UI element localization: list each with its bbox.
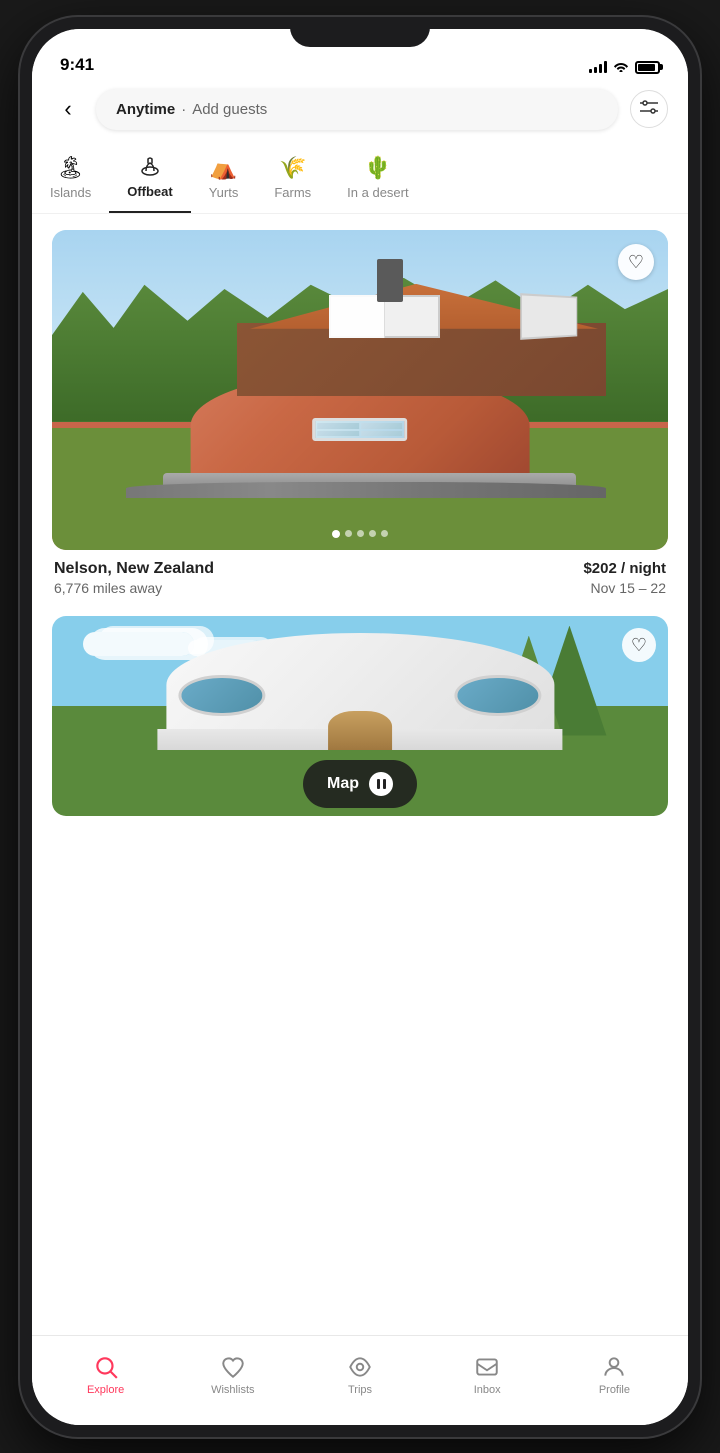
phone-screen: 9:41 ‹ Anytime ·	[32, 29, 688, 1425]
nav-item-explore[interactable]: Explore	[42, 1344, 169, 1396]
signal-bars-icon	[589, 61, 607, 73]
listing-card-2[interactable]: ♡ Map	[52, 616, 668, 816]
tab-yurts-label: Yurts	[209, 185, 239, 200]
map-button[interactable]: Map	[303, 760, 417, 808]
nav-item-inbox[interactable]: Inbox	[424, 1344, 551, 1396]
nav-profile-label: Profile	[599, 1384, 630, 1396]
dot-3	[357, 530, 364, 537]
tab-farms[interactable]: 🌾 Farms	[256, 147, 329, 212]
filter-icon	[640, 100, 658, 119]
wishlist-button-2[interactable]: ♡	[622, 628, 656, 662]
pause-icon	[369, 772, 393, 796]
status-icons	[589, 60, 660, 75]
dot-1	[332, 530, 340, 538]
listing-dates-1: Nov 15 – 22	[591, 580, 667, 596]
tab-islands-label: Islands	[50, 185, 91, 200]
battery-icon	[635, 61, 660, 74]
nav-item-wishlists[interactable]: Wishlists	[169, 1344, 296, 1396]
tab-offbeat[interactable]: Offbeat	[109, 146, 191, 213]
dot-4	[369, 530, 376, 537]
profile-icon	[601, 1354, 627, 1380]
dot-5	[381, 530, 388, 537]
nav-inbox-label: Inbox	[474, 1384, 501, 1396]
dot-2	[345, 530, 352, 537]
filter-button[interactable]	[630, 90, 668, 128]
map-label: Map	[327, 775, 359, 793]
islands-icon: 🏝	[57, 155, 85, 181]
listing-card-1[interactable]: ♡ Nelson, New Zealand $202	[52, 230, 668, 600]
image-dots-1	[332, 530, 388, 538]
bottom-nav: Explore Wishlists Tri	[32, 1335, 688, 1425]
notch	[290, 17, 430, 47]
heart-icon-2: ♡	[631, 636, 647, 654]
nav-item-trips[interactable]: Trips	[296, 1344, 423, 1396]
desert-icon: 🌵	[364, 155, 391, 181]
tab-yurts[interactable]: ⛺ Yurts	[191, 147, 257, 212]
nav-item-profile[interactable]: Profile	[551, 1344, 678, 1396]
heart-icon-1: ♡	[628, 253, 644, 271]
nav-explore-label: Explore	[87, 1384, 124, 1396]
listing-info-1: Nelson, New Zealand $202 / night 6,776 m…	[52, 550, 668, 600]
tab-islands[interactable]: 🏝 Islands	[32, 147, 109, 212]
offbeat-icon	[138, 154, 162, 180]
listing-price-1: $202 / night	[583, 560, 666, 577]
header: ‹ Anytime · Add guests	[32, 81, 688, 142]
main-content: ♡ Nelson, New Zealand $202	[32, 214, 688, 1335]
wifi-icon	[613, 60, 629, 75]
yurts-icon: ⛺	[210, 155, 237, 181]
explore-icon	[93, 1354, 119, 1380]
wishlists-icon	[220, 1354, 246, 1380]
search-pill[interactable]: Anytime · Add guests	[96, 89, 618, 130]
wishlist-button-1[interactable]: ♡	[618, 244, 654, 280]
back-button[interactable]: ‹	[52, 93, 84, 125]
back-arrow-icon: ‹	[64, 98, 71, 120]
farms-icon: 🌾	[279, 155, 306, 181]
trips-icon	[347, 1354, 373, 1380]
listing-image-2: ♡ Map	[52, 616, 668, 816]
tab-offbeat-label: Offbeat	[127, 184, 173, 199]
category-tabs: 🏝 Islands Offbeat ⛺ Yurts	[32, 142, 688, 214]
search-guests-text: Add guests	[192, 101, 267, 118]
nav-trips-label: Trips	[348, 1384, 372, 1396]
map-button-overlay: Map	[52, 760, 668, 816]
listing-image-1: ♡	[52, 230, 668, 550]
listing-location-1: Nelson, New Zealand	[54, 560, 214, 578]
search-dot: ·	[181, 101, 186, 118]
tab-desert[interactable]: 🌵 In a desert	[329, 147, 426, 212]
tab-desert-label: In a desert	[347, 185, 408, 200]
tab-farms-label: Farms	[274, 185, 311, 200]
status-time: 9:41	[60, 55, 94, 75]
clay-house-scene	[52, 230, 668, 550]
nav-wishlists-label: Wishlists	[211, 1384, 254, 1396]
search-anytime-text: Anytime	[116, 101, 175, 118]
inbox-icon	[474, 1354, 500, 1380]
phone-frame: 9:41 ‹ Anytime ·	[20, 17, 700, 1437]
listing-distance-1: 6,776 miles away	[54, 580, 162, 596]
